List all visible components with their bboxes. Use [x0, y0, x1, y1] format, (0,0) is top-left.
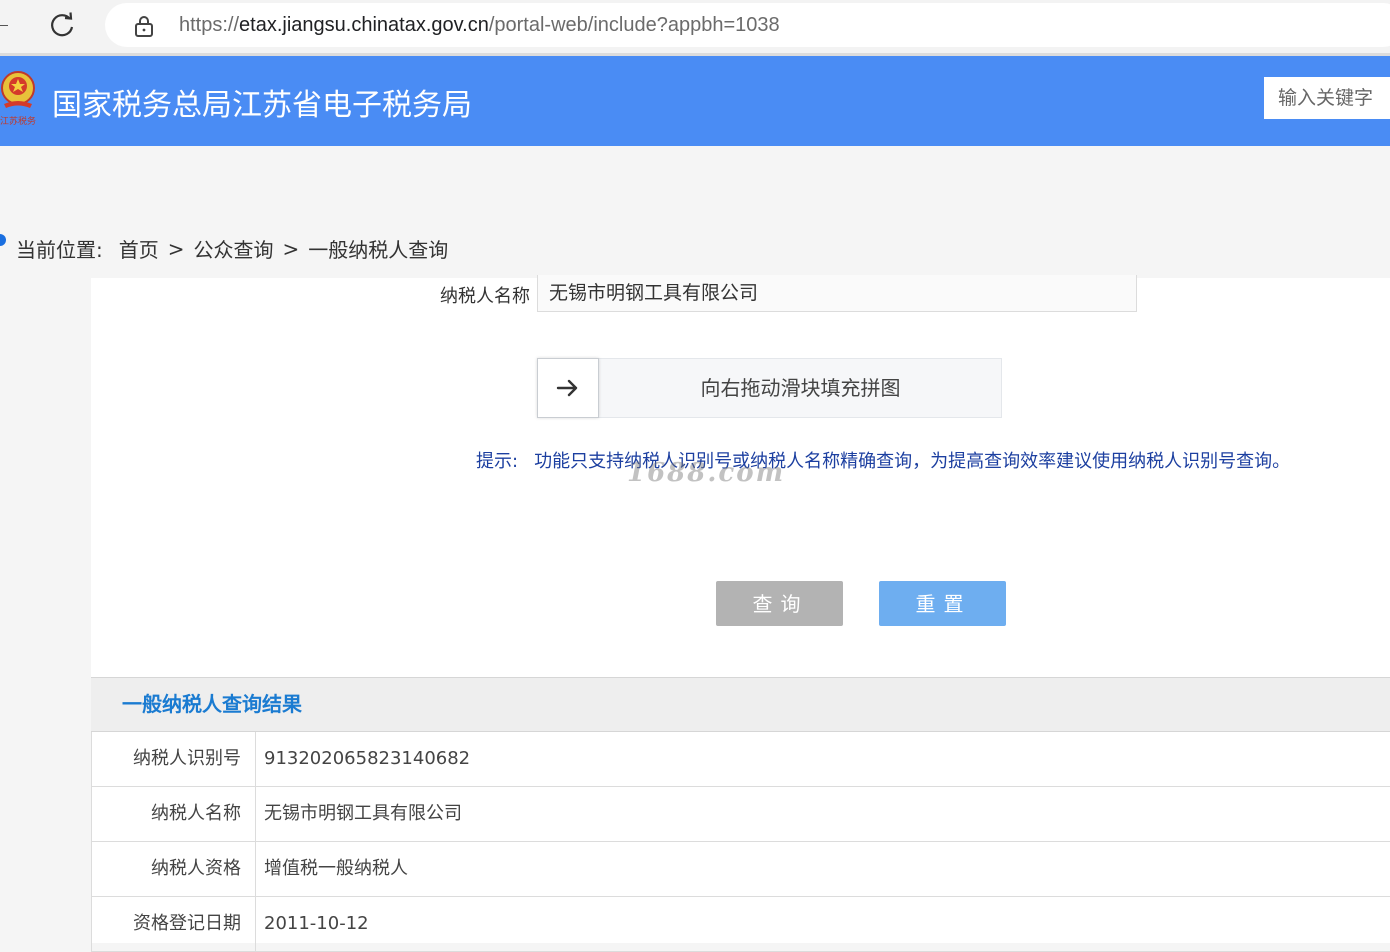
arrow-right-icon [556, 379, 578, 397]
table-row: 纳税人资格 增值税一般纳税人 [91, 842, 1390, 897]
breadcrumb-home-link[interactable]: 首页 [119, 234, 159, 263]
slider-handle[interactable] [537, 358, 599, 418]
result-label: 纳税人名称 [91, 787, 256, 841]
results-section: 一般纳税人查询结果 纳税人识别号 913202065823140682 纳税人名… [91, 677, 1390, 952]
site-header: 江苏税务 国家税务总局江苏省电子税务局 [0, 56, 1390, 146]
url-scheme: https:// [179, 14, 240, 36]
result-label: 纳税人资格 [91, 842, 256, 896]
taxpayer-name-input[interactable]: 无锡市明钢工具有限公司 [537, 275, 1137, 312]
url-path: /portal-web/include?appbh=1038 [488, 14, 780, 36]
result-value: 913202065823140682 [264, 748, 471, 769]
breadcrumb-public-query-link[interactable]: 公众查询 [194, 234, 274, 263]
url-host: etax.jiangsu.chinatax.gov.cn [239, 14, 489, 36]
result-value: 无锡市明钢工具有限公司 [264, 803, 462, 824]
table-row: 纳税人名称 无锡市明钢工具有限公司 [91, 787, 1390, 842]
tax-emblem-logo[interactable]: 江苏税务 [0, 68, 40, 130]
site-title: 国家税务总局江苏省电子税务局 [52, 88, 472, 123]
emblem-caption: 江苏税务 [0, 115, 36, 127]
result-value: 增值税一般纳税人 [264, 858, 408, 879]
slider-instruction: 向右拖动滑块填充拼图 [700, 376, 901, 400]
breadcrumb-separator: > [282, 236, 300, 261]
url-text[interactable]: https://etax.jiangsu.chinatax.gov.cn/por… [179, 14, 780, 37]
back-button-edge[interactable] [0, 25, 8, 26]
results-title: 一般纳税人查询结果 [91, 677, 1390, 732]
table-row: 纳税人识别号 913202065823140682 [91, 732, 1390, 787]
query-panel: 纳税人名称 无锡市明钢工具有限公司 向右拖动滑块填充拼图 提示: 功能只支持纳税人… [91, 275, 1390, 952]
keyword-search-input[interactable] [1264, 77, 1390, 119]
breadcrumb: 当前位置: 首页 > 公众查询 > 一般纳税人查询 [0, 218, 1390, 278]
hint-text: 功能只支持纳税人识别号或纳税人名称精确查询，为提高查询效率建议使用纳税人识别号查… [534, 451, 1291, 472]
location-dot-icon [0, 234, 6, 246]
breadcrumb-separator: > [167, 236, 185, 261]
browser-toolbar: https://etax.jiangsu.chinatax.gov.cn/por… [0, 0, 1390, 53]
result-label: 纳税人识别号 [91, 732, 256, 786]
hint-label: 提示: [476, 451, 519, 472]
breadcrumb-label: 当前位置: [16, 238, 103, 262]
breadcrumb-current: 一般纳税人查询 [308, 238, 449, 262]
query-button[interactable]: 查询 [716, 581, 843, 626]
table-row: 资格登记日期 2011-10-12 [91, 897, 1390, 952]
captcha-slider[interactable]: 向右拖动滑块填充拼图 [537, 358, 1002, 418]
reload-icon[interactable] [48, 11, 76, 39]
lock-icon[interactable] [133, 14, 155, 38]
query-hint: 提示: 功能只支持纳税人识别号或纳税人名称精确查询，为提高查询效率建议使用纳税人识… [476, 447, 1290, 473]
taxpayer-name-label: 纳税人名称 [440, 286, 530, 307]
reset-button[interactable]: 重置 [879, 581, 1006, 626]
address-bar[interactable]: https://etax.jiangsu.chinatax.gov.cn/por… [105, 3, 1390, 47]
